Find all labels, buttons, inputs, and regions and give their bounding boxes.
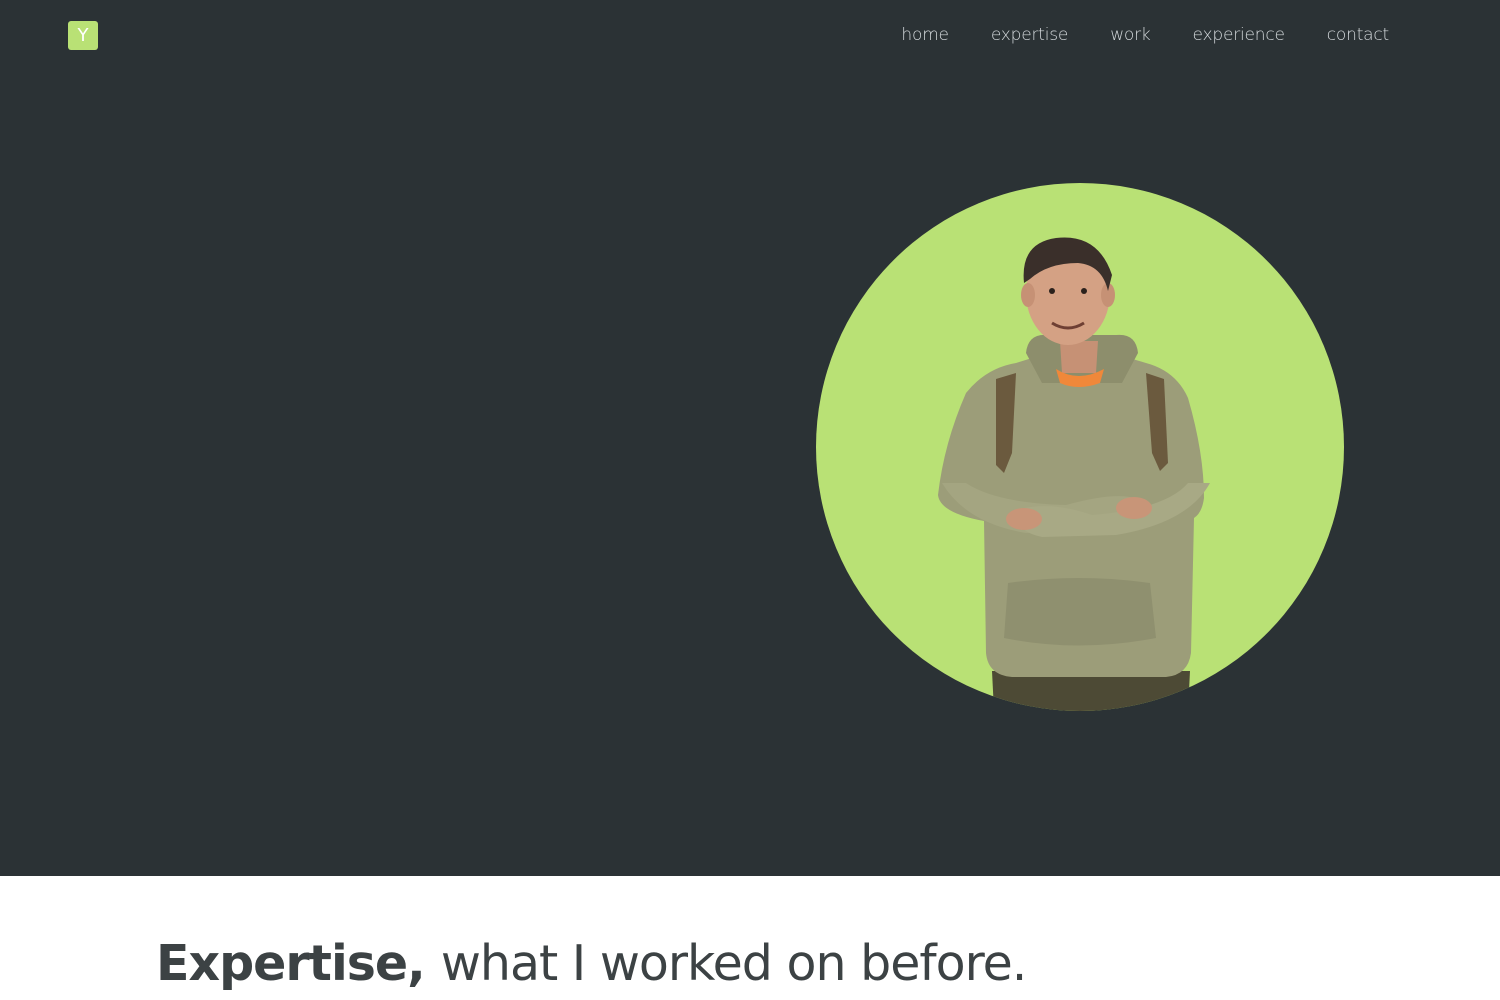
ear-left (1021, 283, 1035, 307)
eye-left (1049, 288, 1055, 294)
profile-portrait (816, 183, 1344, 711)
person-photo-illustration (938, 237, 1210, 711)
hero-section: Y home expertise work experience contact (0, 0, 1500, 876)
neck (1060, 341, 1098, 373)
expertise-heading-rest: what I worked on before. (440, 935, 1028, 992)
nav-link-experience[interactable]: experience (1193, 22, 1285, 48)
nav-link-contact[interactable]: contact (1327, 22, 1389, 48)
hand-left (1116, 497, 1152, 519)
nav-link-work[interactable]: work (1110, 22, 1151, 48)
nav-link-expertise[interactable]: expertise (991, 22, 1069, 48)
eye-right (1081, 288, 1087, 294)
expertise-heading: Expertise, what I worked on before. (156, 933, 1028, 995)
hand-right (1006, 508, 1042, 530)
hoodie-pocket (1004, 578, 1156, 646)
expertise-heading-strong: Expertise, (156, 935, 426, 992)
nav-link-home[interactable]: home (901, 22, 949, 48)
main-nav: home expertise work experience contact (901, 22, 1389, 48)
logo[interactable]: Y (68, 21, 98, 50)
